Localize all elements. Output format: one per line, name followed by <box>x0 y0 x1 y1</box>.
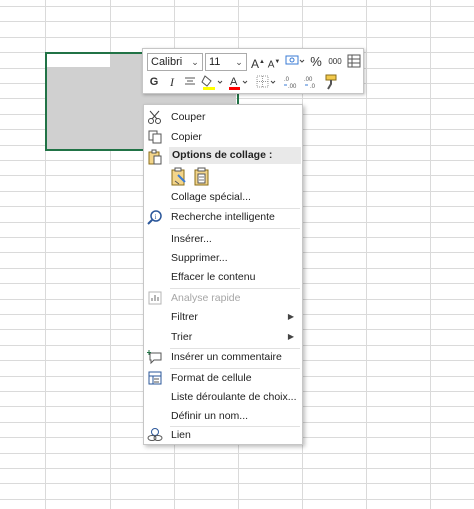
italic-button[interactable]: I <box>165 73 179 91</box>
menu-item-format-cells[interactable]: Format de cellule <box>144 368 302 388</box>
menu-item-clear-contents[interactable]: Effacer le contenu <box>144 267 302 287</box>
paste-keep-format-icon[interactable] <box>169 167 189 187</box>
menu-item-paste-special[interactable]: Collage spécial... <box>144 187 302 207</box>
menu-item-smart-lookup[interactable]: i Recherche intelligente <box>144 207 302 227</box>
align-center-icon <box>185 77 195 85</box>
borders-icon <box>256 75 276 88</box>
shrink-font-button[interactable]: A▼ <box>267 53 281 71</box>
menu-item-label: Copier <box>171 131 202 143</box>
menu-item-label: Format de cellule <box>171 372 252 384</box>
menu-item-copy[interactable]: Copier <box>144 127 302 147</box>
accounting-format-icon <box>285 55 305 65</box>
menu-item-label: Liste déroulante de choix... <box>171 391 297 403</box>
format-painter-icon <box>325 74 337 90</box>
scissors-icon <box>148 110 161 124</box>
menu-item-label: Insérer... <box>171 233 212 245</box>
font-name-combo[interactable]: Calibri ⌄ <box>147 53 203 71</box>
format-painter-button[interactable] <box>323 73 341 91</box>
clipboard-icon <box>148 149 162 165</box>
paste-options-header: Options de collage : <box>169 147 301 164</box>
menu-item-label: Trier <box>171 331 193 343</box>
percent-style-button[interactable]: % <box>309 53 323 71</box>
font-size-value: 11 <box>209 56 221 68</box>
menu-item-insert[interactable]: Insérer... <box>144 229 302 249</box>
context-menu: Couper Copier Options de collage : Colla… <box>143 104 303 445</box>
menu-item-label: Définir un nom... <box>171 410 249 422</box>
menu-item-link[interactable]: Lien <box>144 425 302 445</box>
menu-item-label: Filtrer <box>171 311 198 323</box>
borders-button[interactable] <box>255 73 279 91</box>
svg-text:.00: .00 <box>304 77 313 83</box>
menu-item-sort[interactable]: Trier ▶ <box>144 327 302 347</box>
accounting-format-button[interactable] <box>284 53 306 71</box>
menu-item-label: Couper <box>171 111 206 123</box>
paste-values-icon[interactable] <box>192 167 212 187</box>
increase-decimal-icon: .0 .00 <box>284 77 297 90</box>
menu-item-label: Collage spécial... <box>171 191 251 203</box>
menu-item-define-name[interactable]: Définir un nom... <box>144 406 302 426</box>
paste-options-label: Options de collage : <box>172 149 273 161</box>
menu-item-label: Supprimer... <box>171 252 228 264</box>
table-format-icon <box>347 54 361 68</box>
menu-item-cut[interactable]: Couper <box>144 107 302 127</box>
submenu-arrow-icon: ▶ <box>287 312 294 321</box>
comma-style-button[interactable]: 000 <box>326 53 344 71</box>
font-size-combo[interactable]: 11 ⌄ <box>205 53 247 71</box>
menu-item-label: Effacer le contenu <box>171 271 256 283</box>
paint-bucket-icon <box>201 75 223 90</box>
format-cells-icon <box>148 371 162 385</box>
center-align-button[interactable] <box>183 73 197 91</box>
font-name-value: Calibri <box>151 56 183 68</box>
menu-item-label: Lien <box>171 429 191 441</box>
menu-item-label: Insérer un commentaire <box>171 351 282 363</box>
decrease-decimal-icon: .00 .0 <box>304 77 316 90</box>
grow-font-button[interactable]: A▲ <box>251 53 265 71</box>
new-comment-icon <box>147 350 162 365</box>
menu-item-label: Analyse rapide <box>171 292 241 304</box>
smart-lookup-icon: i <box>147 210 162 225</box>
menu-item-quick-analysis: Analyse rapide <box>144 288 302 308</box>
chevron-down-icon[interactable]: ⌄ <box>187 54 202 70</box>
svg-text:.0: .0 <box>310 84 316 90</box>
font-color-icon: A <box>229 76 248 90</box>
decrease-decimal-button[interactable]: .00 .0 <box>303 73 321 91</box>
copy-icon <box>148 130 162 144</box>
chevron-down-icon[interactable]: ⌄ <box>231 54 246 70</box>
bold-button[interactable]: G <box>147 73 161 91</box>
svg-text:.00: .00 <box>288 84 297 90</box>
increase-decimal-button[interactable]: .0 .00 <box>283 73 301 91</box>
menu-item-pick-from-list[interactable]: Liste déroulante de choix... <box>144 387 302 407</box>
menu-item-label: Recherche intelligente <box>171 211 275 223</box>
submenu-arrow-icon: ▶ <box>287 332 294 341</box>
menu-item-delete[interactable]: Supprimer... <box>144 248 302 268</box>
svg-text:.0: .0 <box>284 77 290 83</box>
svg-text:A: A <box>230 76 238 88</box>
font-color-button[interactable]: A <box>227 73 251 91</box>
fill-color-button[interactable] <box>201 73 225 91</box>
link-icon <box>147 428 163 441</box>
svg-text:i: i <box>155 213 157 221</box>
menu-item-filter[interactable]: Filtrer ▶ <box>144 307 302 327</box>
menu-item-insert-comment[interactable]: Insérer un commentaire <box>144 347 302 367</box>
mini-toolbar: Calibri ⌄ 11 ⌄ A▲ A▼ % 000 G I A .0 .00 … <box>142 48 364 94</box>
format-painter-table-button[interactable] <box>346 53 362 71</box>
quick-analysis-icon <box>148 291 162 305</box>
